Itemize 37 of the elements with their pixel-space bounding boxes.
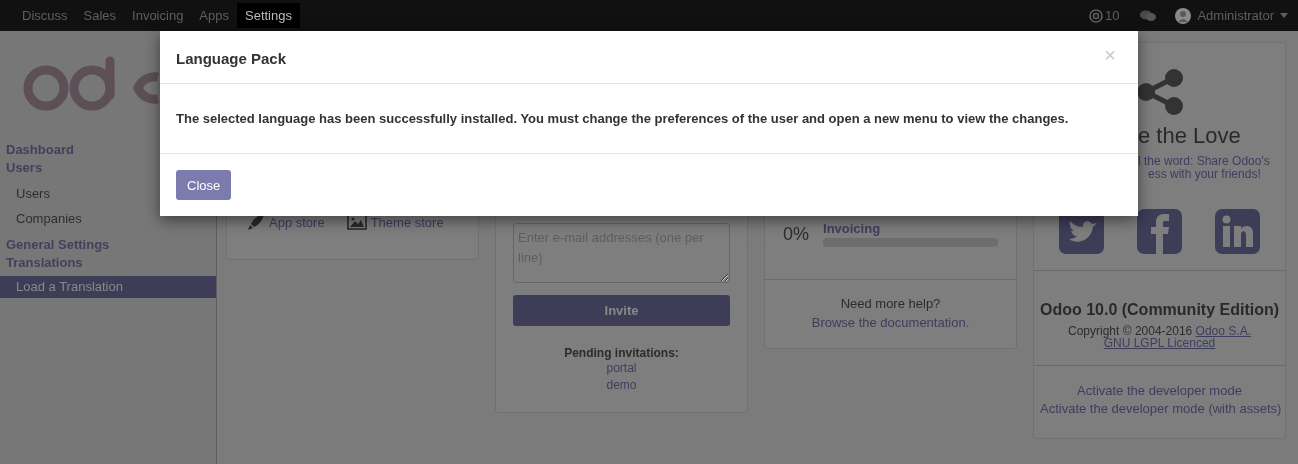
dialog-message: The selected language has been successfully installed. You must change the preferences of the user and open a new menu to view the changes. [176,111,1069,127]
pending-title: Pending invitations: [563,346,680,360]
developer-mode-link[interactable]: Activate the developer mode (with assets) [1040,400,1279,418]
menu-item[interactable]: Apps [191,0,237,31]
invite-button[interactable]: Invite [513,295,730,326]
app-link[interactable]: App store [269,214,325,230]
linkedin-icon[interactable] [1215,209,1261,254]
close-button[interactable]: × [1098,43,1122,67]
pending-user-link[interactable]: portal [513,360,730,377]
share-text: ess with your friends! [1148,168,1261,181]
pending-user-link[interactable]: demo [513,377,730,394]
company-link[interactable]: Odoo S.A. [1195,324,1251,338]
facebook-icon[interactable] [1137,209,1182,254]
user-menu[interactable]: Administrator [1197,8,1274,23]
menu-item[interactable]: Settings [237,3,300,28]
version-title: Odoo 10.0 (Community Edition) [1038,301,1281,319]
license-link[interactable]: GNU LGPL Licenced [1103,336,1216,350]
chat-icon[interactable] [1139,8,1158,23]
sidebar-item[interactable]: Load a Translation [0,276,216,298]
copyright-text: Copyright © 2004-2016 Odoo S.A. GNU LGPL Licenced [1067,325,1252,349]
sidebar-item[interactable]: Companies [0,206,216,231]
step-name[interactable]: Invoicing [823,221,998,236]
menu-item[interactable]: Sales [75,0,125,31]
menu-item[interactable]: Discuss [14,0,76,31]
help-text: Need more help? Browse the documentation. [765,279,1016,348]
share-icon [1135,69,1184,115]
dialog-close-button[interactable]: Close [176,170,232,200]
app-link[interactable]: Theme store [370,214,444,230]
dialog-title: Language Pack [176,49,287,67]
documentation-link[interactable]: Browse the documentation. [811,315,970,330]
caret-icon[interactable] [1280,13,1288,18]
menu-item[interactable]: Invoicing [124,0,192,31]
avatar-icon[interactable] [1175,7,1192,24]
share-heading: e the Love [1138,123,1241,149]
developer-mode-link[interactable]: Activate the developer mode [1040,382,1279,400]
progress-percent: 0% [783,223,809,245]
mention-count: 10 [1104,8,1120,23]
